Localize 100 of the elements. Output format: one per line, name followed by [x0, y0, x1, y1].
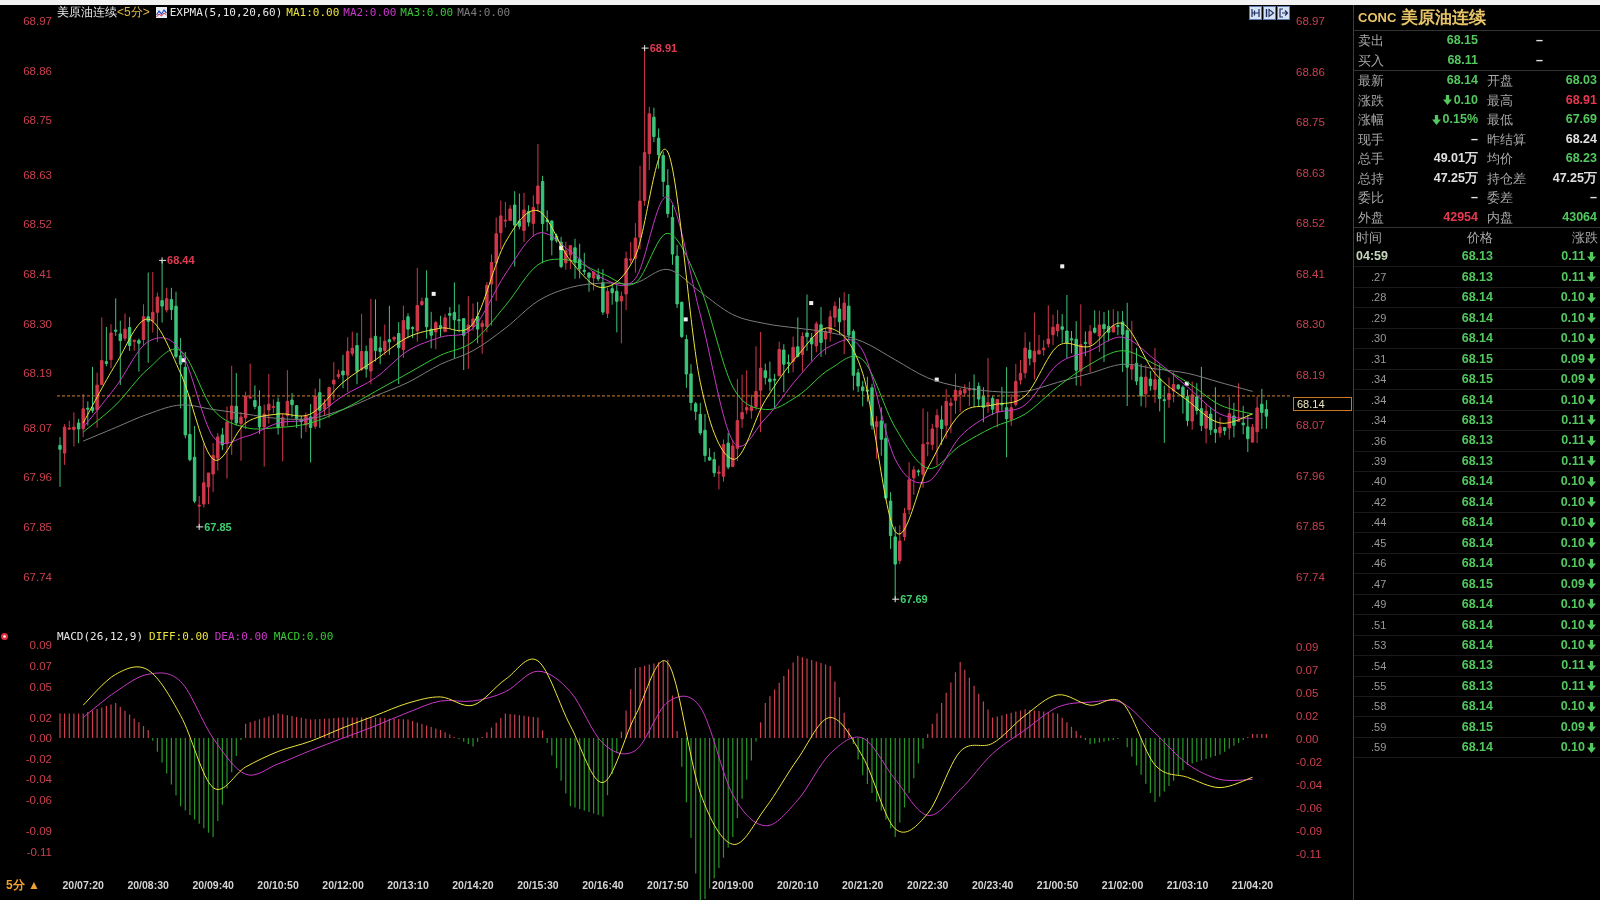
price-axis-label: 68.75 — [1296, 115, 1325, 129]
trade-time: .36 — [1370, 433, 1388, 449]
square-marker-icon — [181, 358, 186, 363]
macd-axis-label: 0.09 — [29, 639, 52, 652]
price-axis-label: 68.30 — [23, 317, 52, 330]
quote-label: 最高 — [1487, 91, 1514, 110]
time-axis-label: 20/09:40 — [192, 879, 234, 891]
trade-change: 0.09 — [1560, 350, 1585, 368]
trade-change: 0.10 — [1560, 636, 1585, 654]
quote-value: 68.14 — [1446, 72, 1478, 90]
trade-time: .28 — [1370, 290, 1388, 306]
time-axis-label: 20/20:10 — [777, 879, 819, 891]
cross-marker-icon — [641, 44, 650, 52]
time-axis-label: 20/07:20 — [62, 879, 104, 891]
columns-icon[interactable] — [1249, 5, 1262, 20]
trade-price: 68.14 — [1460, 698, 1493, 716]
quote-value: 67.69 — [1565, 111, 1597, 129]
price-axis-label: 68.63 — [1296, 165, 1325, 180]
quote-price: 68.11 — [1446, 51, 1478, 69]
trade-price: 68.13 — [1460, 657, 1493, 675]
exit-icon[interactable] — [1277, 5, 1290, 20]
trade-change: 0.10 — [1560, 330, 1585, 348]
price-axis-label: 68.97 — [1296, 14, 1325, 28]
chart-title: 美原油连续 — [57, 6, 117, 19]
quote-label: 均价 — [1487, 150, 1514, 168]
macd-axis-label: -0.06 — [1296, 801, 1323, 815]
trade-price: 68.13 — [1460, 248, 1493, 266]
macd-axis-label: 0.00 — [29, 732, 52, 745]
quote-value: – — [1471, 189, 1478, 207]
price-axis-label: 68.86 — [23, 64, 52, 77]
quote-label: 涨跌 — [1358, 91, 1385, 110]
trade-change: 0.10 — [1560, 289, 1585, 307]
trade-change: 0.11 — [1561, 248, 1585, 266]
macd-axis-label: 0.09 — [1296, 640, 1319, 654]
cross-marker-icon — [891, 595, 900, 603]
quote-value: 49.01万 — [1433, 150, 1478, 168]
series-value: MA4:0.00 — [457, 6, 511, 19]
trade-time: .42 — [1370, 494, 1388, 510]
trade-price: 68.15 — [1460, 575, 1493, 593]
quote-value: 0.10 — [1453, 91, 1478, 109]
trade-change: 0.10 — [1560, 473, 1585, 491]
trade-change: 0.10 — [1560, 698, 1585, 716]
quote-label: 卖出 — [1358, 32, 1385, 50]
macd-axis-label: -0.09 — [1296, 824, 1323, 838]
series-value: DIFF:0.00 — [149, 630, 209, 644]
quote-price: 68.15 — [1445, 32, 1478, 50]
macd-axis-label: -0.06 — [25, 793, 52, 806]
period-label: <5分> — [117, 6, 150, 19]
price-axis-label: 68.75 — [23, 114, 52, 127]
price-axis-label: 68.63 — [23, 168, 52, 181]
column-header: 时间 — [1356, 228, 1383, 247]
trade-price: 68.14 — [1460, 473, 1493, 491]
macd-axis-label: 0.05 — [1296, 686, 1319, 700]
trade-change: 0.11 — [1561, 452, 1585, 470]
trade-price: 68.14 — [1460, 391, 1493, 409]
time-axis-label: 20/22:30 — [906, 879, 949, 891]
trade-time: .59 — [1370, 740, 1388, 756]
trade-time: .54 — [1370, 658, 1388, 674]
price-axis-label: 67.74 — [23, 570, 52, 583]
trade-price: 68.14 — [1460, 636, 1493, 654]
trade-change: 0.09 — [1560, 371, 1585, 389]
quote-label: 涨幅 — [1358, 111, 1385, 129]
quote-value: 0.15% — [1442, 111, 1478, 129]
trade-price: 68.15 — [1460, 350, 1493, 368]
trade-time: .31 — [1370, 351, 1388, 367]
macd-axis-label: -0.09 — [25, 824, 52, 837]
quote-label: 内盘 — [1487, 208, 1514, 227]
period-button[interactable]: 5分 ▲ — [6, 878, 40, 892]
time-axis-label: 20/15:30 — [517, 879, 559, 891]
quote-value: 47.25万 — [1552, 169, 1597, 187]
indicator-label: MACD(26,12,9) — [57, 630, 144, 644]
price-axis-label: 68.41 — [23, 267, 52, 280]
macd-axis-label: -0.04 — [25, 773, 52, 786]
trade-time: .46 — [1370, 556, 1388, 572]
trade-price: 68.14 — [1460, 514, 1493, 532]
trade-time: .39 — [1370, 454, 1388, 469]
quote-value: 68.03 — [1565, 72, 1597, 90]
macd-axis-label: 0.05 — [29, 680, 52, 693]
price-axis-label: 68.97 — [23, 15, 52, 27]
macd-axis-label: -0.04 — [1296, 778, 1323, 792]
symbol-name: 美原油连续 — [1401, 6, 1487, 29]
price-axis-label: 68.52 — [1296, 216, 1325, 230]
time-axis-label: 20/16:40 — [582, 879, 624, 891]
price-axis-label: 67.85 — [23, 520, 52, 533]
macd-axis-label: 0.07 — [1296, 663, 1319, 677]
time-axis-label: 20/10:50 — [257, 879, 299, 891]
macd-axis-label: -0.11 — [1296, 847, 1322, 861]
time-axis-label: 20/14:20 — [452, 879, 494, 891]
quote-value: 42954 — [1443, 208, 1478, 226]
square-marker-icon — [1184, 381, 1189, 386]
trade-change: 0.10 — [1560, 309, 1585, 327]
quote-label: 现手 — [1358, 130, 1385, 149]
trade-change: 0.10 — [1560, 493, 1585, 511]
quote-value: 43064 — [1562, 208, 1597, 226]
quote-value: 68.91 — [1565, 91, 1597, 109]
quote-label: 持仓差 — [1487, 169, 1527, 188]
trade-price: 68.14 — [1460, 555, 1493, 573]
macd-axis-label: 0.02 — [29, 711, 52, 724]
macd-axis-label: -0.02 — [25, 752, 52, 765]
trade-time: .49 — [1370, 597, 1388, 613]
